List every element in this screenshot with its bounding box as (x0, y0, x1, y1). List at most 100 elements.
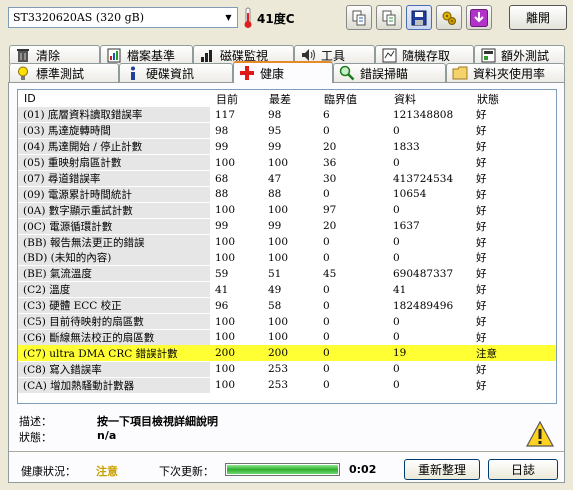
tab-label: 清除 (36, 48, 61, 63)
cell-id: (C3) 硬體 ECC 校正 (18, 298, 210, 314)
cell-status: 好 (476, 316, 487, 329)
column-header-status[interactable]: 狀態 (471, 91, 531, 107)
chevron-down-icon[interactable]: ▼ (220, 8, 237, 27)
cell-threshold: 97 (323, 204, 337, 217)
column-header-worst[interactable]: 最差 (263, 91, 318, 107)
table-row[interactable]: (05) 重映射扇區計數 100 100 36 0 好 (18, 155, 556, 171)
drive-select[interactable]: ST3320620AS (320 gB) ▼ (8, 7, 238, 28)
cell-worst: 99 (268, 140, 282, 153)
tab-health[interactable]: 健康 (233, 61, 333, 83)
copy-icon (352, 10, 366, 25)
tab-random-access[interactable]: 隨機存取 (375, 45, 474, 64)
table-row[interactable]: (C7) ultra DMA CRC 錯誤計數 200 200 0 19 注意 (18, 345, 556, 362)
cell-current: 98 (215, 124, 229, 137)
disk-monitor-icon (199, 47, 215, 63)
cell-data: 0 (393, 363, 400, 376)
table-row[interactable]: (BB) 報告無法更正的錯誤 100 100 0 0 好 (18, 234, 556, 250)
table-row[interactable]: (0A) 數字顯示重試計數 100 100 97 0 好 (18, 202, 556, 218)
table-row[interactable]: (0C) 電源循環計數 99 99 20 1637 好 (18, 218, 556, 234)
cell-current: 96 (215, 299, 229, 312)
exit-button[interactable]: 離開 (509, 5, 567, 30)
tab-label: 錯誤掃瞄 (360, 66, 409, 81)
cell-id: (0C) 電源循環計數 (18, 218, 210, 234)
bulb-icon (15, 65, 31, 81)
cell-worst: 47 (268, 172, 282, 185)
cell-status: 好 (476, 268, 487, 281)
tab-extra-tests[interactable]: 額外測試 (474, 45, 565, 64)
cell-current: 117 (215, 108, 236, 121)
tab-label: 額外測試 (501, 48, 550, 63)
cell-current: 100 (215, 156, 236, 169)
cell-worst: 88 (268, 188, 282, 201)
cell-status: 好 (476, 252, 487, 265)
cell-threshold: 0 (323, 124, 330, 137)
cell-current: 99 (215, 220, 229, 233)
cell-worst: 95 (268, 124, 282, 137)
description-value: 按一下項目檢視詳細說明 (97, 415, 218, 428)
table-row[interactable]: (C3) 硬體 ECC 校正 96 58 0 182489496 好 (18, 298, 556, 314)
tab-file-benchmark[interactable]: 檔案基準 (100, 45, 193, 64)
log-button[interactable]: 日誌 (488, 459, 558, 480)
minimize-button[interactable] (466, 5, 492, 30)
cell-status: 好 (476, 331, 487, 344)
cell-status: 好 (476, 363, 487, 376)
status-label: 狀態： (19, 431, 52, 444)
column-header-id[interactable]: ID (18, 92, 210, 105)
tab-folder-usage[interactable]: 資料夾使用率 (446, 63, 565, 82)
cell-data: 1833 (393, 140, 420, 153)
cell-id: (C8) 寫入錯誤率 (18, 361, 210, 377)
cell-id: (0A) 數字顯示重試計數 (18, 202, 210, 218)
tab-erase[interactable]: 清除 (9, 45, 100, 64)
cell-id: (09) 電源累計時間統計 (18, 186, 210, 202)
table-row[interactable]: (C6) 斷線無法校正的扇區數 100 100 0 0 好 (18, 329, 556, 345)
table-row[interactable]: (C5) 目前待映射的扇區數 100 100 0 0 好 (18, 314, 556, 330)
cell-data: 0 (393, 204, 400, 217)
table-row[interactable]: (09) 電源累計時間統計 88 88 0 10654 好 (18, 186, 556, 202)
cell-worst: 253 (268, 363, 289, 376)
table-row[interactable]: (07) 尋道錯誤率 68 47 30 413724534 好 (18, 171, 556, 187)
table-row[interactable]: (01) 底層資料讀取錯誤率 117 98 6 121348808 好 (18, 107, 556, 123)
copy-all-button[interactable] (376, 5, 402, 30)
cell-worst: 99 (268, 220, 282, 233)
tab-benchmark[interactable]: 標準測試 (9, 63, 119, 82)
cell-data: 0 (393, 331, 400, 344)
update-progress-bar (225, 463, 340, 476)
table-row[interactable]: (C2) 溫度 41 49 0 41 好 (18, 282, 556, 298)
options-button[interactable] (436, 5, 462, 30)
refresh-button[interactable]: 重新整理 (404, 459, 480, 480)
table-row[interactable]: (04) 馬達開始 / 停止計數 99 99 20 1833 好 (18, 139, 556, 155)
cell-current: 100 (215, 379, 236, 392)
table-row[interactable]: (C8) 寫入錯誤率 100 253 0 0 好 (18, 361, 556, 377)
cell-threshold: 20 (323, 140, 337, 153)
list-rows: (01) 底層資料讀取錯誤率 117 98 6 121348808 好 (03) 馬達旋轉時… (18, 107, 556, 393)
cell-worst: 100 (268, 236, 289, 249)
cell-current: 99 (215, 140, 229, 153)
health-panel: ID 目前 最差 臨界值 資料 狀態 (01) 底層資料讀取錯誤率 117 98 6 1… (8, 82, 565, 483)
list-header: ID 目前 最差 臨界值 資料 狀態 (18, 90, 556, 107)
column-header-threshold[interactable]: 臨界值 (318, 91, 388, 107)
cell-status: 好 (476, 188, 487, 201)
cell-id: (C7) ultra DMA CRC 錯誤計數 (18, 345, 210, 361)
table-row[interactable]: (BD) (未知的內容) 100 100 0 0 好 (18, 250, 556, 266)
cell-current: 100 (215, 236, 236, 249)
tab-label: 健康 (260, 66, 285, 81)
column-header-current[interactable]: 目前 (210, 91, 263, 107)
cell-id: (CA) 增加熱騷動計數器 (18, 377, 210, 393)
cell-id: (03) 馬達旋轉時間 (18, 123, 210, 139)
trash-icon (15, 47, 31, 63)
cell-worst: 51 (268, 267, 282, 280)
cell-worst: 58 (268, 299, 282, 312)
copy-button[interactable] (346, 5, 372, 30)
table-row[interactable]: (BE) 氣流溫度 59 51 45 690487337 好 (18, 266, 556, 282)
cell-worst: 100 (268, 156, 289, 169)
smart-attributes-list[interactable]: ID 目前 最差 臨界值 資料 狀態 (01) 底層資料讀取錯誤率 117 98 6 1… (17, 89, 557, 404)
options-icon (442, 11, 456, 25)
save-button[interactable] (406, 5, 432, 30)
tab-row-2: 標準測試 硬碟資訊 健康 錯誤掃瞄 資料夾使用率 (9, 61, 565, 83)
tab-error-scan[interactable]: 錯誤掃瞄 (333, 63, 446, 82)
column-header-data[interactable]: 資料 (388, 91, 471, 107)
temperature-readout: 41度C (257, 12, 295, 26)
table-row[interactable]: (CA) 增加熱騷動計數器 100 253 0 0 好 (18, 377, 556, 393)
tab-drive-info[interactable]: 硬碟資訊 (119, 63, 233, 82)
table-row[interactable]: (03) 馬達旋轉時間 98 95 0 0 好 (18, 123, 556, 139)
